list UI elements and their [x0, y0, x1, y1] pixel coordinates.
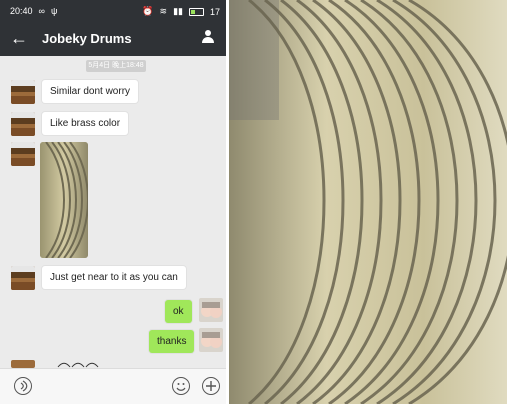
timestamp-pill: 5月4日 晚上18:48: [86, 60, 146, 72]
chat-screen: 20:40 ∞ ψ ⏰ ≋ ▮▮ 17 ← Jobeky Drums 5月4日 …: [0, 0, 226, 404]
sent-message-bubble: thanks: [149, 330, 195, 353]
voicemail-icon: ∞: [38, 6, 45, 16]
my-avatar[interactable]: [199, 298, 223, 322]
back-arrow-icon[interactable]: ←: [10, 28, 28, 49]
input-bar: [0, 368, 226, 404]
contact-avatar[interactable]: [11, 360, 35, 368]
battery-percent: 17: [209, 6, 220, 17]
battery-icon: [188, 7, 204, 16]
message-list[interactable]: 5月4日 晚上18:48 Similar dont worry Like bra…: [0, 56, 226, 368]
contact-avatar[interactable]: [11, 266, 35, 290]
image-message-thumbnail[interactable]: [40, 142, 88, 258]
zoomed-brass-image: [229, 0, 507, 404]
signal-icon: ▮▮: [173, 6, 183, 16]
chat-header: ← Jobeky Drums: [0, 22, 226, 56]
usb-icon: ψ: [50, 6, 58, 16]
status-time: 20:40: [10, 6, 33, 16]
contact-avatar[interactable]: [11, 112, 35, 136]
sticker-partial[interactable]: [56, 360, 100, 368]
sent-message-bubble: ok: [165, 300, 192, 323]
wifi-icon: ≋: [159, 6, 168, 16]
person-icon[interactable]: [200, 28, 216, 44]
contact-avatar[interactable]: [11, 80, 35, 104]
alarm-icon: ⏰: [142, 6, 154, 16]
my-avatar[interactable]: [199, 328, 223, 352]
status-bar: 20:40 ∞ ψ ⏰ ≋ ▮▮ 17: [0, 0, 226, 22]
message-bubble: Just get near to it as you can: [42, 266, 186, 289]
contact-avatar[interactable]: [11, 142, 35, 166]
message-bubble: Like brass color: [42, 112, 129, 135]
emoji-icon[interactable]: [172, 377, 190, 395]
message-bubble: Similar dont worry: [42, 80, 139, 103]
chat-title: Jobeky Drums: [42, 31, 132, 46]
plus-icon[interactable]: [202, 377, 220, 395]
voice-icon[interactable]: [14, 377, 32, 395]
